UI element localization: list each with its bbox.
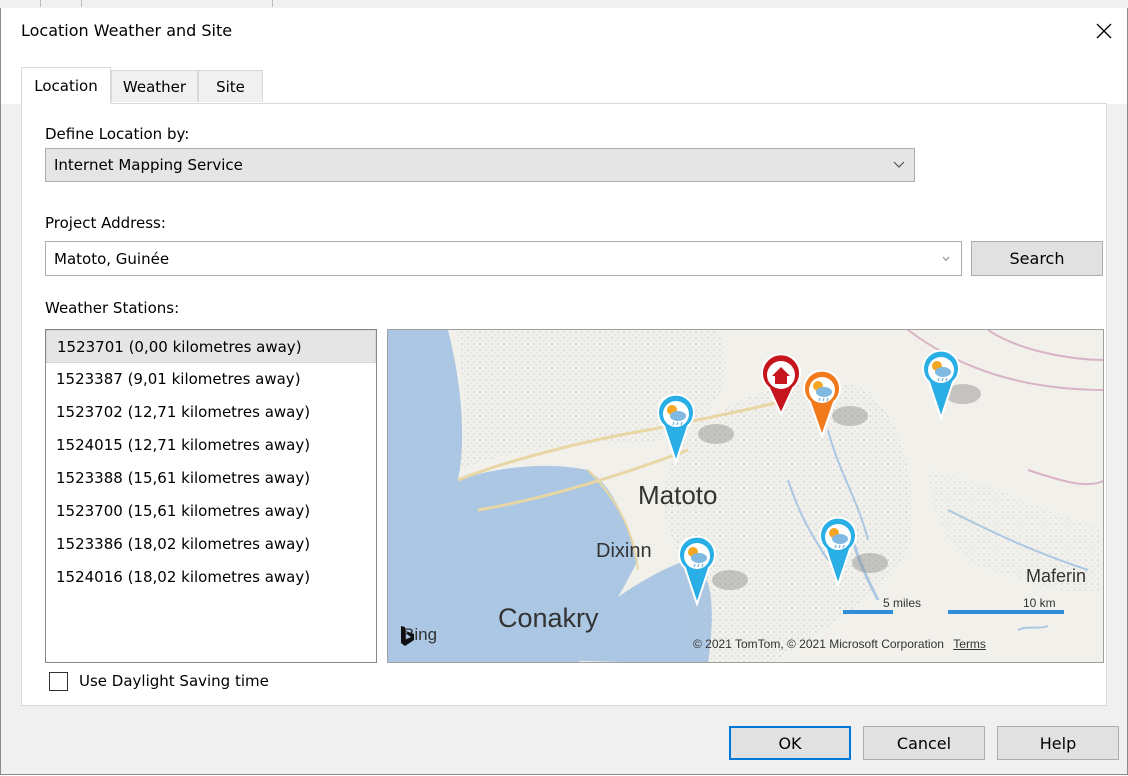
dialog-title: Location Weather and Site — [21, 21, 233, 40]
help-button[interactable]: Help — [997, 726, 1119, 760]
tab-location[interactable]: Location — [21, 67, 111, 104]
list-item[interactable]: 1523700 (15,61 kilometres away) — [46, 495, 376, 528]
cancel-button[interactable]: Cancel — [863, 726, 985, 760]
define-location-value: Internet Mapping Service — [54, 156, 243, 174]
list-item[interactable]: 1524015 (12,71 kilometres away) — [46, 429, 376, 462]
weather-station-pin[interactable] — [818, 517, 858, 587]
bing-logo: Bing — [400, 625, 437, 646]
search-button-label: Search — [1009, 249, 1065, 268]
chevron-down-icon[interactable] — [939, 254, 953, 264]
define-location-select[interactable]: Internet Mapping Service — [45, 148, 915, 182]
scale-miles-label: 5 miles — [883, 596, 922, 610]
close-button[interactable] — [1081, 8, 1127, 54]
tab-label: Site — [216, 77, 245, 96]
copyright-text: © 2021 TomTom, © 2021 Microsoft Corporat… — [693, 637, 944, 651]
background-tab — [41, 0, 82, 7]
list-item[interactable]: 1524016 (18,02 kilometres away) — [46, 561, 376, 594]
help-button-label: Help — [1039, 733, 1077, 753]
map-label-dixinn: Dixinn — [596, 540, 652, 562]
background-tab — [0, 0, 41, 7]
dialog-window: Location Weather and Site Location Weath… — [0, 8, 1128, 775]
project-address-value: Matoto, Guinée — [54, 249, 170, 268]
weather-station-pin[interactable] — [656, 394, 696, 464]
map-copyright: © 2021 TomTom, © 2021 Microsoft Corporat… — [693, 637, 986, 651]
title-bar: Location Weather and Site — [1, 8, 1127, 56]
weather-stations-list[interactable]: 1523701 (0,00 kilometres away) 1523387 (… — [45, 329, 377, 663]
close-icon — [1096, 23, 1112, 39]
list-item[interactable]: 1523701 (0,00 kilometres away) — [46, 330, 376, 363]
pin-shadow — [712, 570, 748, 590]
map-label-conakry: Conakry — [498, 603, 599, 633]
map-view[interactable]: Matoto Dixinn Conakry Maferin Bing 5 mil… — [387, 329, 1104, 663]
ok-button-label: OK — [778, 733, 802, 753]
dialog-footer: OK Cancel Help — [1, 706, 1127, 774]
map-label-matoto: Matoto — [638, 480, 718, 510]
background-window-strip — [0, 0, 1128, 8]
project-address-input[interactable]: Matoto, Guinée — [45, 241, 962, 276]
tab-label: Location — [34, 77, 98, 95]
selected-station-pin[interactable] — [802, 370, 842, 438]
background-tab — [82, 0, 273, 7]
project-location-pin[interactable] — [759, 354, 803, 416]
tab-label: Weather — [122, 77, 187, 96]
project-address-label: Project Address: — [45, 214, 166, 232]
list-item[interactable]: 1523386 (18,02 kilometres away) — [46, 528, 376, 561]
weather-station-pin[interactable] — [921, 350, 961, 420]
weather-stations-label: Weather Stations: — [45, 299, 180, 317]
daylight-saving-checkbox[interactable] — [49, 672, 68, 691]
chevron-down-icon — [892, 160, 906, 170]
list-item[interactable]: 1523702 (12,71 kilometres away) — [46, 396, 376, 429]
terms-link[interactable]: Terms — [953, 637, 986, 651]
cancel-button-label: Cancel — [896, 733, 952, 753]
list-item[interactable]: 1523387 (9,01 kilometres away) — [46, 363, 376, 396]
ok-button[interactable]: OK — [729, 726, 851, 760]
search-button[interactable]: Search — [971, 241, 1103, 276]
tab-weather[interactable]: Weather — [111, 70, 198, 102]
define-location-label: Define Location by: — [45, 125, 190, 143]
tab-site[interactable]: Site — [198, 70, 263, 102]
pin-shadow — [698, 424, 734, 444]
weather-station-pin[interactable] — [677, 536, 717, 606]
bing-icon — [401, 626, 414, 646]
daylight-saving-label: Use Daylight Saving time — [79, 672, 269, 690]
list-item[interactable]: 1523388 (15,61 kilometres away) — [46, 462, 376, 495]
map-canvas — [388, 330, 1103, 662]
scale-km-label: 10 km — [1023, 596, 1056, 610]
map-label-maferinyah: Maferin — [1026, 566, 1087, 586]
